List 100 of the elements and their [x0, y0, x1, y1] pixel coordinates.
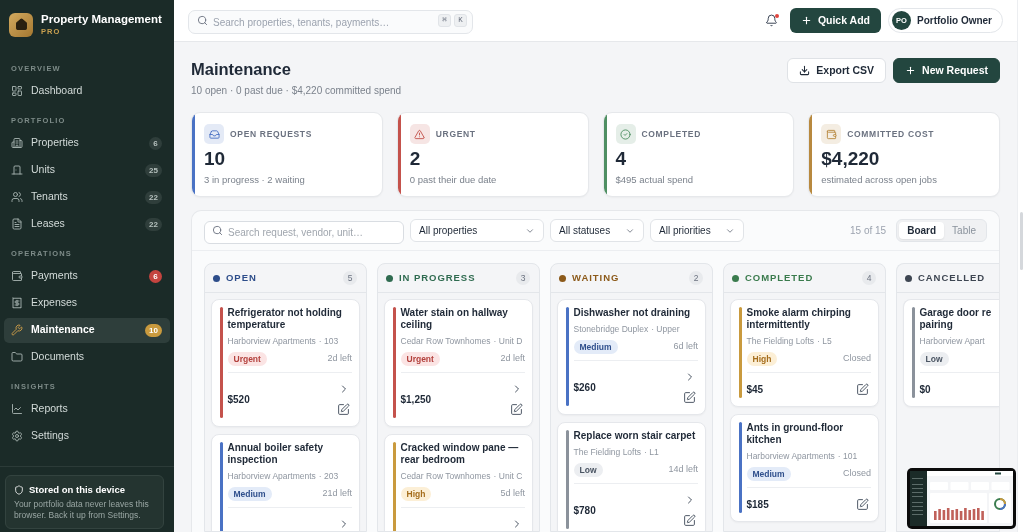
sidebar-item[interactable]: Units 25 — [4, 157, 170, 183]
sidebar-item[interactable]: Reports — [4, 396, 170, 422]
settings-icon — [11, 430, 23, 442]
request-card[interactable]: Replace worn stair carpet The Fielding Lofts · L1 Low 14d left $780 — [557, 422, 706, 531]
count-badge: 6 — [149, 269, 162, 283]
edit-icon[interactable] — [683, 391, 696, 404]
stat-note: $495 actual spend — [615, 173, 695, 186]
request-card[interactable]: Cracked window pane — rear bedroom Cedar Row Townhomes · Unit C High 5d left — [384, 434, 533, 531]
priority-badge: Urgent — [227, 352, 267, 366]
view-tab[interactable]: Board — [899, 222, 945, 239]
count-badge: 22 — [145, 217, 162, 231]
inbox-icon — [204, 124, 224, 144]
stat-label: COMMITTED COST — [847, 127, 935, 141]
property-name: Harborview Apartments — [227, 470, 316, 482]
cost-amount: $45 — [746, 383, 764, 396]
request-card[interactable]: Smoke alarm chirping intermittently The Fielding Lofts · L5 High Closed $45 — [730, 299, 879, 407]
brand-name: Property Management — [41, 12, 162, 26]
stat-label: COMPLETED — [641, 127, 701, 141]
priority-badge: Medium — [573, 340, 618, 354]
count-badge: 10 — [145, 323, 162, 337]
unit-label: · L1 — [644, 446, 659, 458]
download-icon — [799, 65, 811, 76]
count-badge: 4 — [862, 271, 876, 285]
card-title: Ants in ground-floor kitchen — [746, 422, 845, 446]
plus-icon — [905, 65, 917, 76]
request-card[interactable]: Ants in ground-floor kitchen Harborview Apartments · 101 Medium Closed $185 — [730, 414, 879, 522]
edit-icon[interactable] — [856, 383, 869, 396]
column-title: CANCELLED — [918, 270, 986, 285]
sidebar-item[interactable]: Documents — [4, 344, 170, 370]
receipt-icon — [11, 297, 23, 309]
request-card[interactable]: Annual boiler safety inspection Harborview Apartments · 203 Medium 21d left — [211, 434, 360, 531]
search-field[interactable]: Search request, vendor, unit… — [204, 221, 404, 244]
filter-dropdown[interactable]: All properties — [410, 219, 544, 242]
priority-badge: Low — [919, 352, 949, 366]
page-subtitle: 10 open · 0 past due · $4,220 committed spend — [191, 84, 402, 98]
sidebar-item[interactable]: Dashboard — [4, 78, 170, 104]
sidebar-item[interactable]: Leases 22 — [4, 211, 170, 237]
warning-icon — [409, 124, 430, 144]
sidebar-item[interactable]: Expenses — [4, 290, 170, 316]
stat-note: estimated across open jobs — [821, 173, 938, 186]
property-name: Stonebridge Duplex — [573, 323, 649, 335]
sidebar-item[interactable]: Tenants 22 — [4, 184, 170, 210]
new-request-button[interactable]: New Request — [893, 58, 1000, 83]
property-name: Harborview Apartments — [227, 335, 316, 347]
card-title: Smoke alarm chirping intermittently — [746, 307, 852, 331]
people-icon — [11, 191, 23, 203]
filter-dropdown[interactable]: All statuses — [550, 219, 644, 242]
due-label: 6d left — [673, 340, 698, 354]
cost-amount: $1,250 — [400, 393, 432, 406]
due-label: 2d left — [500, 352, 525, 366]
door-icon — [11, 164, 23, 176]
card-title: Dishwasher not draining — [573, 307, 692, 319]
priority-badge: High — [400, 487, 432, 501]
priority-badge: Medium — [227, 487, 272, 501]
due-label: Closed — [843, 352, 871, 366]
bell-icon[interactable] — [764, 14, 778, 27]
export-button[interactable]: Export CSV — [787, 58, 887, 83]
property-name: The Fielding Lofts — [746, 335, 815, 347]
folder-icon — [11, 351, 23, 363]
stat-note: 3 in progress · 2 waiting — [204, 173, 306, 186]
unit-label: · 203 — [318, 470, 339, 482]
due-label: 21d left — [322, 487, 352, 501]
edit-icon[interactable] — [510, 403, 523, 416]
priority-badge: Low — [573, 463, 603, 477]
count-badge: 5 — [343, 271, 357, 285]
cost-amount: $780 — [573, 504, 596, 517]
property-name: Cedar Row Townhomes — [400, 470, 491, 482]
search-icon — [212, 225, 223, 236]
stat-value: 10 — [204, 148, 227, 170]
request-card[interactable]: Garage door re pairing Harborview Apart Low $0 — [903, 299, 999, 407]
priority-badge: Medium — [746, 467, 791, 481]
request-card[interactable]: Dishwasher not draining Stonebridge Duplex · Upper Medium 6d left $260 — [557, 299, 706, 415]
request-card[interactable]: Water stain on hallway ceiling Cedar Row Townhomes · Unit D Urgent 2d left $1,250 — [384, 299, 533, 427]
sidebar-item[interactable]: Maintenance 10 — [4, 317, 170, 343]
edit-icon[interactable] — [337, 403, 350, 416]
count-badge: 22 — [145, 190, 162, 204]
house-logo-icon — [9, 12, 33, 37]
due-label: 5d left — [500, 487, 525, 501]
priority-badge: High — [746, 352, 778, 366]
screenshot-thumbnail-drawing[interactable] — [907, 468, 1016, 529]
property-name: Harborview Apartments — [746, 450, 835, 462]
unit-label: · Upper — [651, 323, 680, 335]
scrollbar-thumb[interactable] — [1020, 212, 1023, 270]
column-title: OPEN — [226, 270, 257, 285]
sidebar-item[interactable]: Settings — [4, 423, 170, 449]
filter-dropdown[interactable]: All priorities — [650, 219, 744, 242]
stat-value: 2 — [409, 148, 422, 170]
stat-label: URGENT — [435, 127, 476, 141]
quick-add-button[interactable]: Quick Add — [789, 8, 881, 33]
document-icon — [11, 218, 23, 230]
edit-icon[interactable] — [683, 514, 696, 527]
due-label: 2d left — [327, 352, 352, 366]
request-card[interactable]: Refrigerator not holding temperature Harborview Apartments · 103 Urgent 2d left $520 — [211, 299, 360, 427]
sidebar-item[interactable]: Payments 6 — [4, 263, 170, 289]
sidebar-item[interactable]: Properties 6 — [4, 130, 170, 156]
edit-icon[interactable] — [856, 498, 869, 511]
plus-icon — [800, 15, 812, 26]
column-title: WAITING — [572, 270, 620, 285]
property-name: Cedar Row Townhomes — [400, 335, 491, 347]
result-count: 15 of 15 — [850, 224, 887, 238]
